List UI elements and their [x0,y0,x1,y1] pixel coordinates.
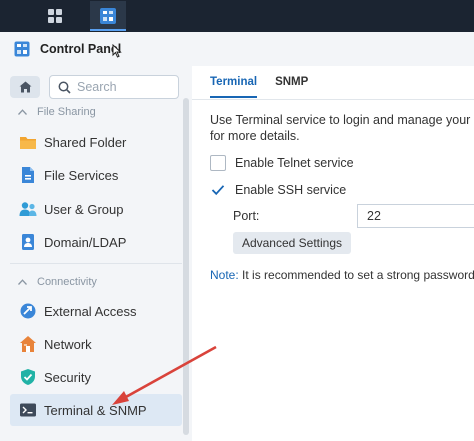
folder-icon [18,132,38,152]
section-connectivity[interactable]: Connectivity [18,276,97,288]
port-input[interactable] [357,204,474,228]
taskbar [0,0,474,32]
main-content: Terminal SNMP Use Terminal service to lo… [192,66,474,441]
tab-divider [192,99,474,100]
mouse-cursor-icon [112,43,122,63]
external-access-icon [18,301,38,321]
tab-terminal[interactable]: Terminal [210,76,258,98]
note-text: Note: It is recommended to set a strong … [210,268,474,282]
network-icon [18,334,38,354]
sidebar-scrollbar[interactable] [183,98,189,435]
sidebar-item-label: Network [44,336,92,352]
home-button[interactable] [10,76,40,98]
description-line-2: for more details. [210,129,300,143]
sidebar-item-external-access[interactable]: External Access [10,295,182,327]
chevron-up-icon [18,279,27,285]
telnet-checkbox[interactable] [210,155,226,171]
sidebar-item-network[interactable]: Network [10,328,182,360]
sidebar-item-file-services[interactable]: File Services [10,159,182,191]
sidebar-item-security[interactable]: Security [10,361,182,393]
sidebar-item-label: External Access [44,303,137,319]
sidebar-item-domain-ldap[interactable]: Domain/LDAP [10,226,182,258]
sidebar-divider [10,263,182,264]
sidebar-item-shared-folder[interactable]: Shared Folder [10,126,182,158]
sidebar-item-label: Security [44,369,91,385]
tab-snmp[interactable]: SNMP [275,76,308,98]
home-icon [19,81,31,93]
user-group-icon [18,199,38,219]
description-line-1: Use Terminal service to login and manage… [210,113,474,127]
checkmark-icon [211,185,225,196]
domain-ldap-icon [18,232,38,252]
section-file-sharing[interactable]: File Sharing [18,106,96,118]
tab-bar: Terminal SNMP [210,76,308,98]
search-box[interactable] [49,75,179,99]
search-icon [58,81,71,94]
control-panel-icon [14,41,30,57]
section-label: Connectivity [37,276,97,288]
sidebar-item-label: Terminal & SNMP [44,402,147,418]
title-bar: Control Panel [0,32,474,66]
section-label: File Sharing [37,106,96,118]
sidebar-item-label: Shared Folder [44,134,127,150]
search-input[interactable] [75,79,169,95]
sidebar-item-user-group[interactable]: User & Group [10,193,182,225]
telnet-option[interactable]: Enable Telnet service [210,155,354,171]
terminal-icon [18,400,38,420]
ssh-option[interactable]: Enable SSH service [210,182,346,198]
telnet-label: Enable Telnet service [235,156,354,170]
sidebar-item-terminal-snmp[interactable]: Terminal & SNMP [10,394,182,426]
ssh-label: Enable SSH service [235,183,347,197]
note-body: It is recommended to set a strong passwo… [238,268,474,282]
note-key: Note: [210,268,239,282]
sidebar-item-label: Domain/LDAP [44,234,127,250]
ssh-checkbox[interactable] [210,182,226,198]
sidebar-item-label: User & Group [44,201,124,217]
control-panel-taskbar-icon[interactable] [90,1,126,31]
window-title: Control Panel [40,42,122,56]
file-services-icon [18,165,38,185]
chevron-up-icon [18,109,27,115]
sidebar-item-label: File Services [44,167,119,183]
advanced-settings-button[interactable]: Advanced Settings [233,232,351,254]
description-text: Use Terminal service to login and manage… [210,112,474,144]
main-menu-icon[interactable] [37,1,73,31]
shield-icon [18,367,38,387]
port-label: Port: [233,209,260,223]
